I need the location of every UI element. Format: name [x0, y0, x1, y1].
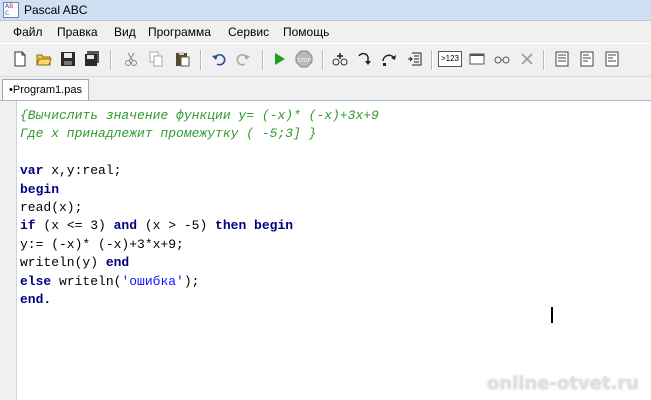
watermark: online-otvet.ru: [486, 373, 639, 394]
code-string: 'ошибка': [121, 273, 184, 289]
debug-watch-button[interactable]: [493, 50, 511, 68]
redo-icon: [236, 54, 250, 66]
output-window-button[interactable]: [468, 50, 486, 68]
menu-help[interactable]: Помощь: [283, 25, 329, 39]
menu-view[interactable]: Вид: [114, 25, 136, 39]
code-line: read(x);: [20, 199, 379, 217]
code-line: var x,y:real;: [20, 162, 379, 180]
menu-bar: Файл Правка Вид Программа Сервис Помощь: [0, 21, 651, 43]
toolbar-separator: [431, 50, 433, 70]
window-icon: [469, 53, 485, 65]
save-button[interactable]: [59, 50, 77, 68]
open-folder-icon: [36, 54, 52, 66]
run-play-icon: [275, 53, 285, 65]
run-to-cursor-button[interactable]: [406, 50, 424, 68]
run-button[interactable]: [270, 50, 288, 68]
menu-service[interactable]: Сервис: [228, 25, 269, 39]
clear-button[interactable]: [518, 50, 536, 68]
code-line: {Вычислить значение функции у= (-х)* (-х…: [20, 107, 379, 125]
code-comment: Где х принадлежит промежутку ( -5;3] }: [20, 126, 317, 142]
glasses-icon: [494, 56, 510, 64]
code-line: else writeln('ошибка');: [20, 273, 379, 291]
stop-label: STOP: [297, 58, 310, 64]
code-line: writeln(y) end: [20, 254, 379, 272]
new-file-button[interactable]: [11, 50, 29, 68]
code-line: y:= (-x)* (-x)+3*x+9;: [20, 236, 379, 254]
paste-icon: [176, 52, 190, 67]
tab-bar: •Program1.pas: [0, 77, 651, 101]
code-comment: {Вычислить значение функции у= (-х)* (-х…: [20, 108, 379, 123]
title-bar: AB C Pascal ABC: [0, 0, 651, 21]
run-to-cursor-icon: [408, 52, 422, 66]
code-text: writeln(: [51, 273, 122, 289]
toolbar-separator: [322, 50, 324, 70]
code-keyword: end: [105, 255, 130, 271]
open-button[interactable]: [35, 50, 53, 68]
code-line: if (x <= 3) and (x > -5) then begin: [20, 217, 379, 235]
code-keyword: end.: [20, 292, 52, 308]
watch-icon: [332, 53, 348, 66]
menu-program[interactable]: Программа: [148, 25, 211, 39]
scissors-icon: [125, 52, 137, 66]
copy-button[interactable]: [147, 50, 165, 68]
code-keyword: and: [113, 218, 138, 234]
stop-button[interactable]: STOP: [295, 50, 313, 68]
redo-button[interactable]: [234, 50, 252, 68]
step-counter-label: >123: [438, 51, 462, 67]
menu-file[interactable]: Файл: [13, 25, 43, 39]
format-doc-icon: [605, 51, 619, 67]
new-file-icon: [14, 51, 26, 67]
code-text: read(x);: [20, 200, 83, 216]
step-over-button[interactable]: [380, 50, 398, 68]
text-cursor: [551, 307, 553, 323]
code-text: y:= (-x)* (-x)+3*x+9;: [20, 236, 184, 252]
step-over-icon: [382, 54, 396, 66]
close-x-icon: [521, 53, 533, 65]
cut-button[interactable]: [122, 50, 140, 68]
code-line: end.: [20, 291, 379, 309]
toolbar-separator: [543, 50, 545, 70]
code-keyword: else: [20, 273, 52, 289]
format-button-3[interactable]: [603, 50, 621, 68]
code-keyword: then begin: [215, 218, 294, 234]
code-line: begin: [20, 181, 379, 199]
app-icon: AB C: [3, 2, 19, 18]
format-button-1[interactable]: [553, 50, 571, 68]
stop-icon: STOP: [295, 50, 313, 68]
toolbar-separator: [200, 50, 202, 70]
code-text: );: [183, 273, 200, 289]
undo-button[interactable]: [210, 50, 228, 68]
code-area[interactable]: {Вычислить значение функции у= (-х)* (-х…: [20, 107, 379, 309]
code-text: x,y:real;: [43, 163, 122, 179]
code-keyword: if: [20, 218, 36, 234]
copy-icon: [149, 51, 163, 67]
code-keyword: begin: [20, 181, 60, 197]
add-watch-button[interactable]: [331, 50, 349, 68]
toolbar-separator: [110, 50, 112, 70]
format-doc-icon: [580, 51, 594, 67]
code-editor[interactable]: {Вычислить значение функции у= (-х)* (-х…: [0, 101, 651, 400]
code-keyword: var: [20, 163, 44, 179]
paste-button[interactable]: [173, 50, 191, 68]
window-title: Pascal ABC: [24, 3, 88, 17]
code-text: (x > -5): [137, 218, 216, 234]
menu-edit[interactable]: Правка: [57, 25, 98, 39]
format-button-2[interactable]: [578, 50, 596, 68]
step-into-icon: [358, 52, 371, 65]
toolbar-separator: [262, 50, 264, 70]
editor-gutter: [0, 101, 17, 400]
step-into-button[interactable]: [355, 50, 373, 68]
undo-icon: [212, 54, 226, 66]
toolbar: STOP >123: [0, 44, 651, 77]
code-text: writeln(y): [20, 255, 106, 271]
code-line: Где х принадлежит промежутку ( -5;3] }: [20, 125, 379, 143]
code-text: (x <= 3): [35, 218, 114, 234]
tab-program1[interactable]: •Program1.pas: [2, 79, 89, 100]
format-doc-icon: [555, 51, 569, 67]
evaluate-button[interactable]: >123: [438, 50, 462, 68]
save-all-icon: [85, 51, 99, 66]
save-icon: [61, 52, 75, 66]
save-all-button[interactable]: [83, 50, 101, 68]
